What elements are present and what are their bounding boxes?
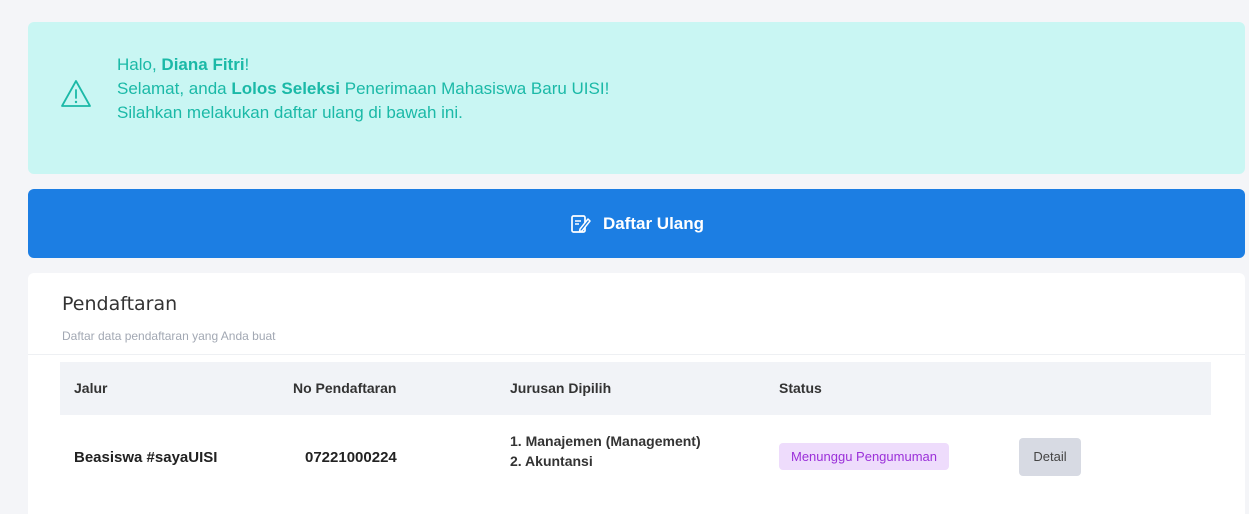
congrats-suffix: Penerimaan Mahasiswa Baru UISI! <box>340 79 610 98</box>
registration-card: Pendaftaran Daftar data pendaftaran yang… <box>28 273 1245 514</box>
alert-greeting: Halo, Diana Fitri! <box>117 53 609 77</box>
major-choice-2: 2. Akuntansi <box>510 453 593 469</box>
cell-jurusan: 1. Manajemen (Management) 2. Akuntansi <box>510 431 701 471</box>
detail-button[interactable]: Detail <box>1019 438 1081 476</box>
alert-message: Halo, Diana Fitri! Selamat, anda Lolos S… <box>117 53 609 125</box>
alert-congrats: Selamat, anda Lolos Seleksi Penerimaan M… <box>117 77 609 101</box>
major-choice-1: 1. Manajemen (Management) <box>510 433 701 449</box>
user-name: Diana Fitri <box>161 55 245 74</box>
registration-subtitle: Daftar data pendaftaran yang Anda buat <box>62 329 276 343</box>
table-header: Jalur No Pendaftaran Jurusan Dipilih Sta… <box>60 362 1211 415</box>
congrats-prefix: Selamat, anda <box>117 79 232 98</box>
daftar-ulang-label: Daftar Ulang <box>602 213 705 233</box>
daftar-ulang-button[interactable]: Daftar Ulang <box>28 189 1245 258</box>
selection-result: Lolos Seleksi <box>231 79 341 98</box>
table-row: Beasiswa #sayaUISI 07221000224 1. Manaje… <box>60 415 1211 503</box>
status-badge: Menunggu Pengumuman <box>779 443 949 470</box>
warning-triangle-icon <box>60 78 92 110</box>
page-top-strip <box>0 0 1249 6</box>
column-header-status: Status <box>779 380 822 396</box>
selection-alert: Halo, Diana Fitri! Selamat, anda Lolos S… <box>28 22 1245 174</box>
registration-title: Pendaftaran <box>62 293 178 315</box>
greeting-prefix: Halo, <box>117 55 162 74</box>
edit-note-icon <box>569 213 591 235</box>
column-header-jurusan: Jurusan Dipilih <box>510 380 612 396</box>
cell-jalur: Beasiswa #sayaUISI <box>74 449 218 466</box>
column-header-no-pendaftaran: No Pendaftaran <box>293 380 397 396</box>
divider <box>28 354 1245 355</box>
cell-no-pendaftaran: 07221000224 <box>305 449 397 466</box>
alert-instruction: Silahkan melakukan daftar ulang di bawah… <box>117 103 463 122</box>
column-header-jalur: Jalur <box>74 380 108 396</box>
greeting-suffix: ! <box>244 55 250 74</box>
